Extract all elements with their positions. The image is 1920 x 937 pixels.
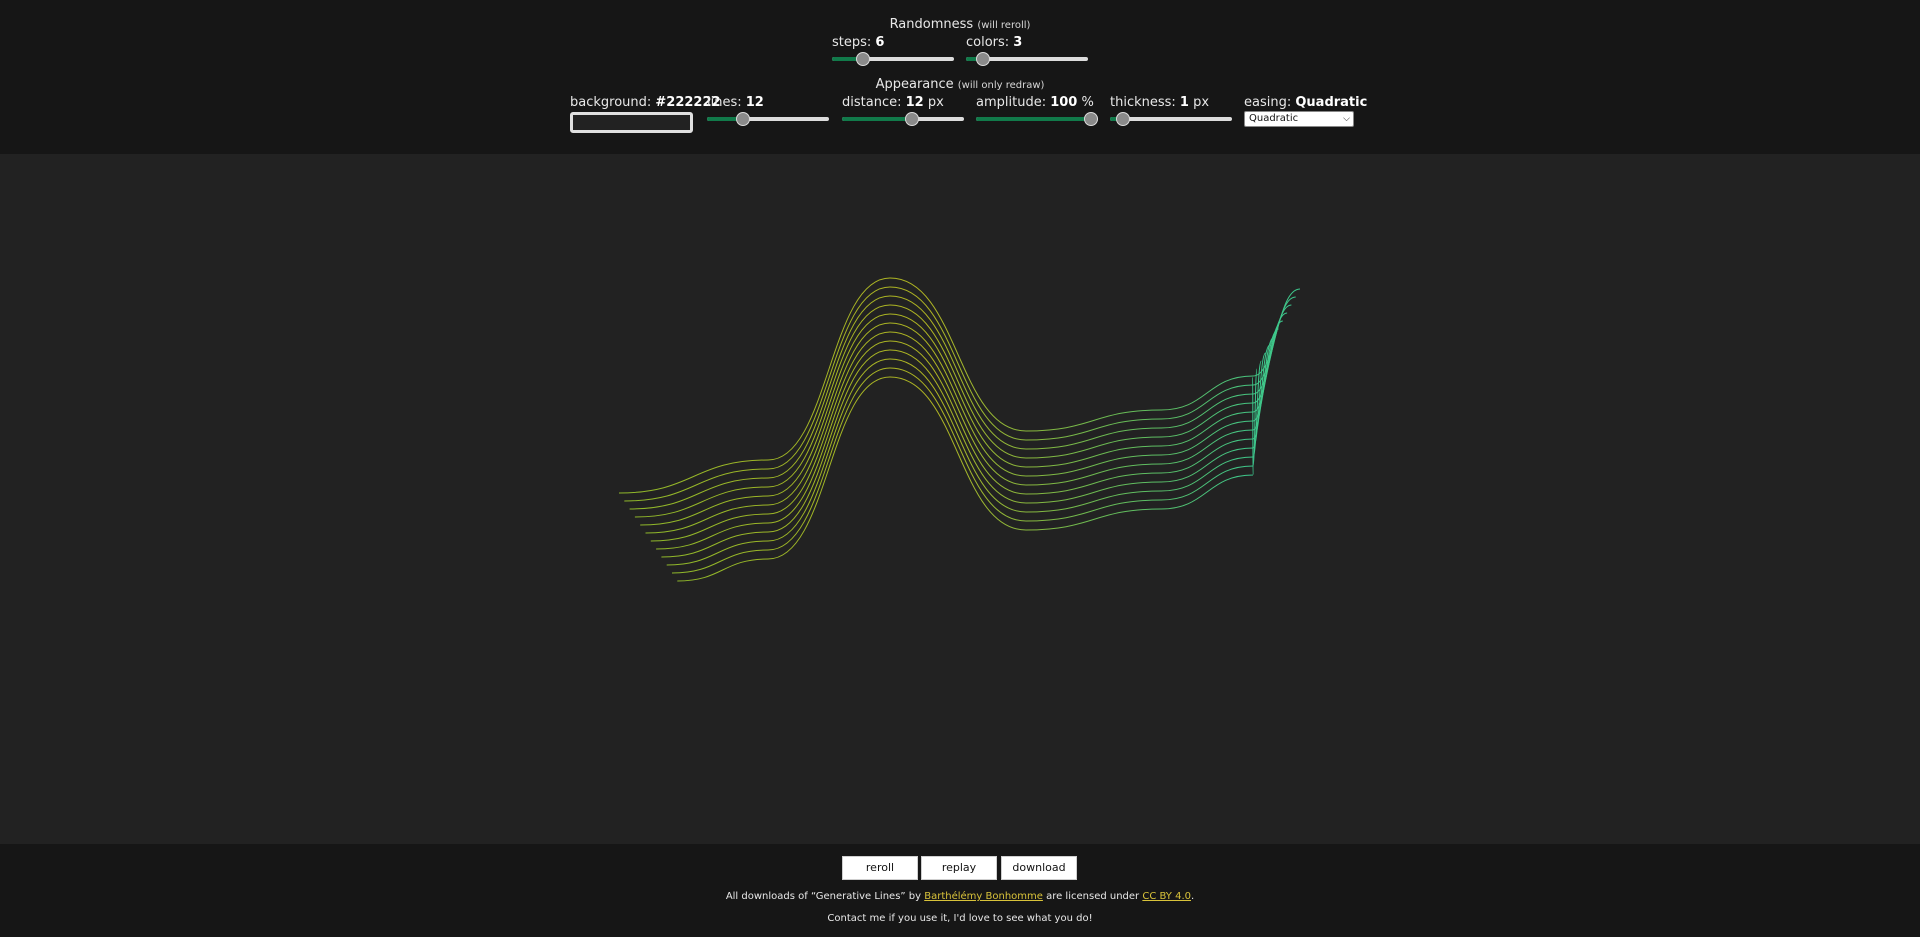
- footer-panel: reroll replay download All downloads of …: [0, 844, 1920, 937]
- controls-panel: Randomness (will reroll) steps: 6 colors…: [0, 0, 1920, 154]
- easing-selected: Quadratic: [1249, 113, 1299, 124]
- colors-value: 3: [1013, 35, 1023, 50]
- wave-line: [656, 340, 1271, 550]
- appearance-hint: (will only redraw): [957, 80, 1045, 91]
- colors-label: colors: 3: [966, 35, 1023, 50]
- license-link[interactable]: CC BY 4.0: [1142, 891, 1191, 902]
- author-link[interactable]: Barthélémy Bonhomme: [924, 891, 1043, 902]
- randomness-title: Randomness (will reroll): [0, 17, 1920, 32]
- lines-label: lines: 12: [707, 95, 764, 110]
- lines-value: 12: [745, 95, 764, 110]
- lines-control: lines: 12: [707, 95, 829, 126]
- reroll-button[interactable]: reroll: [842, 856, 918, 880]
- lines-slider[interactable]: [707, 112, 829, 126]
- wave-lines: [618, 277, 1301, 582]
- artwork-canvas: [0, 154, 1920, 844]
- generative-lines-artwork: [618, 277, 1301, 582]
- steps-slider[interactable]: [832, 52, 954, 66]
- lines-slider-thumb[interactable]: [736, 112, 750, 126]
- easing-control: easing: Quadratic Quadratic ⌵: [1244, 95, 1367, 127]
- distance-slider-thumb[interactable]: [905, 112, 919, 126]
- wave-line: [640, 313, 1284, 526]
- amplitude-control: amplitude: 100 %: [976, 95, 1098, 126]
- appearance-title-text: Appearance: [875, 77, 954, 92]
- randomness-hint: (will reroll): [977, 20, 1031, 31]
- thickness-label: thickness: 1 px: [1110, 95, 1210, 110]
- amplitude-label: amplitude: 100 %: [976, 95, 1094, 110]
- steps-label: steps: 6: [832, 35, 885, 50]
- thickness-slider-thumb[interactable]: [1116, 112, 1130, 126]
- amplitude-slider-thumb[interactable]: [1084, 112, 1098, 126]
- wave-line: [671, 367, 1258, 574]
- steps-value: 6: [875, 35, 885, 50]
- randomness-title-text: Randomness: [889, 17, 974, 32]
- contact-notice: Contact me if you use it, I'd love to se…: [827, 913, 1093, 924]
- thickness-value: 1: [1179, 95, 1189, 110]
- background-label: background: #222222: [570, 95, 721, 110]
- wave-line: [645, 322, 1279, 534]
- distance-label: distance: 12 px: [842, 95, 944, 110]
- colors-control: colors: 3: [966, 35, 1088, 66]
- steps-control: steps: 6: [832, 35, 954, 66]
- colors-slider-thumb[interactable]: [976, 52, 990, 66]
- easing-select[interactable]: Quadratic ⌵: [1244, 111, 1354, 127]
- easing-value: Quadratic: [1295, 95, 1368, 110]
- amplitude-slider[interactable]: [976, 112, 1098, 126]
- background-color-input[interactable]: [570, 112, 693, 133]
- distance-value: 12: [905, 95, 924, 110]
- distance-control: distance: 12 px: [842, 95, 964, 126]
- wave-line: [666, 358, 1262, 566]
- steps-slider-thumb[interactable]: [856, 52, 870, 66]
- thickness-control: thickness: 1 px: [1110, 95, 1232, 126]
- amplitude-value: 100: [1050, 95, 1078, 110]
- appearance-title: Appearance (will only redraw): [0, 77, 1920, 92]
- chevron-down-icon: ⌵: [1343, 114, 1350, 124]
- easing-label: easing: Quadratic: [1244, 95, 1368, 110]
- background-control: background: #222222: [570, 95, 721, 133]
- thickness-slider[interactable]: [1110, 112, 1232, 126]
- replay-button[interactable]: replay: [921, 856, 997, 880]
- distance-slider[interactable]: [842, 112, 964, 126]
- license-notice: All downloads of “Generative Lines” by B…: [725, 891, 1195, 902]
- colors-slider[interactable]: [966, 52, 1088, 66]
- download-button[interactable]: download: [1001, 856, 1077, 880]
